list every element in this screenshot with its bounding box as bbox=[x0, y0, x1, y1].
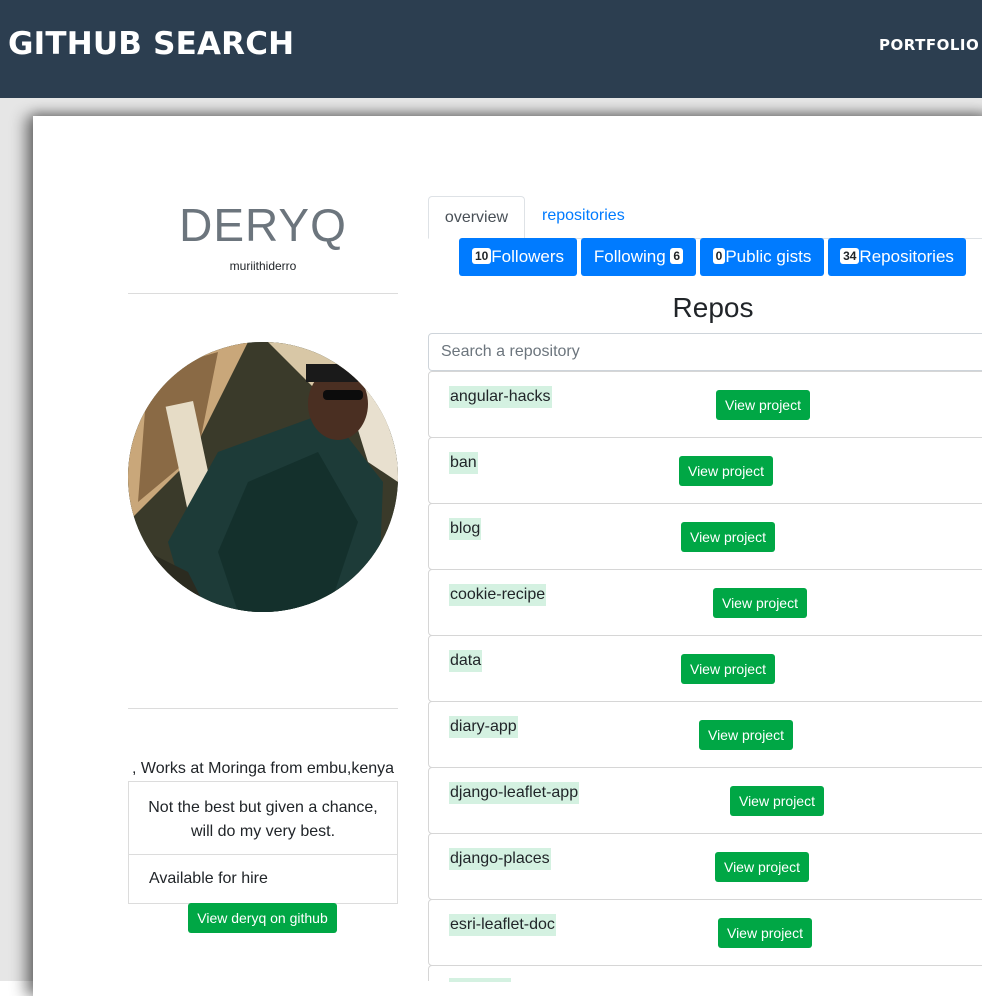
repos-heading: Repos bbox=[672, 292, 754, 323]
view-project-button[interactable]: View project bbox=[715, 852, 809, 882]
repositories-button[interactable]: 34 Repositories bbox=[828, 238, 966, 276]
top-navbar: GITHUB SEARCH PORTFOLIO bbox=[0, 0, 982, 98]
bio-card: Not the best but given a chance, will do… bbox=[128, 781, 398, 904]
repo-list-item: diary-app View project bbox=[428, 701, 982, 768]
repo-name[interactable]: esri-leaflet-doc bbox=[449, 914, 556, 936]
view-project-button[interactable]: View project bbox=[681, 654, 775, 684]
repo-name[interactable]: blog bbox=[449, 518, 482, 540]
repo-list-item: blog View project bbox=[428, 503, 982, 570]
repo-name[interactable]: ban bbox=[449, 452, 478, 474]
repos-label: Repositories bbox=[859, 247, 954, 266]
followers-button[interactable]: 10 Followers bbox=[459, 238, 577, 276]
repo-list-item: angular-hacks View project bbox=[428, 371, 982, 438]
view-project-button[interactable]: View project bbox=[681, 522, 775, 552]
profile-login: muriithiderro bbox=[229, 259, 297, 273]
repo-name[interactable]: diary-app bbox=[449, 716, 518, 738]
bio-divider bbox=[129, 854, 397, 855]
following-count-badge: 6 bbox=[670, 248, 684, 264]
avatar bbox=[128, 342, 398, 612]
profile-work-info: , Works at Moringa from embu,kenya bbox=[131, 760, 395, 777]
view-project-button[interactable]: View project bbox=[730, 786, 824, 816]
repo-name[interactable]: django-places bbox=[449, 848, 551, 870]
repo-list-item: data View project bbox=[428, 635, 982, 702]
repo-name[interactable]: cookie-recipe bbox=[449, 584, 547, 606]
repo-list-item: django-places View project bbox=[428, 833, 982, 900]
profile-bio: Not the best but given a chance, will do… bbox=[148, 799, 378, 840]
repo-name[interactable]: data bbox=[449, 650, 483, 672]
profile-divider-bottom bbox=[128, 708, 398, 709]
repos-count-badge: 34 bbox=[840, 248, 860, 264]
tab-overview[interactable]: overview bbox=[428, 196, 525, 239]
view-project-button[interactable]: View project bbox=[713, 588, 807, 618]
following-button[interactable]: Following 6 bbox=[581, 238, 696, 276]
repo-name-partial bbox=[449, 978, 511, 982]
view-project-button[interactable]: View project bbox=[716, 390, 810, 420]
followers-count-badge: 10 bbox=[471, 248, 492, 264]
public-gists-button[interactable]: 0 Public gists bbox=[700, 238, 824, 276]
repo-list-item-partial bbox=[428, 965, 982, 982]
view-project-button[interactable]: View project bbox=[699, 720, 793, 750]
repo-list-item: django-leaflet-app View project bbox=[428, 767, 982, 834]
view-project-button[interactable]: View project bbox=[679, 456, 773, 486]
gists-label: Public gists bbox=[725, 247, 812, 266]
view-on-github-button[interactable]: View deryq on github bbox=[188, 903, 337, 933]
repo-name[interactable]: django-leaflet-app bbox=[449, 782, 580, 804]
tab-repositories[interactable]: repositories bbox=[542, 207, 625, 225]
profile-divider-top bbox=[128, 293, 398, 294]
view-project-button[interactable]: View project bbox=[718, 918, 812, 948]
following-label: Following bbox=[593, 247, 666, 266]
profile-name: DERYQ bbox=[179, 199, 347, 251]
repo-list-item: cookie-recipe View project bbox=[428, 569, 982, 636]
repo-list-item: ban View project bbox=[428, 437, 982, 504]
repo-search-input[interactable] bbox=[428, 333, 982, 371]
repo-name[interactable]: angular-hacks bbox=[449, 386, 552, 408]
repo-list-item: esri-leaflet-doc View project bbox=[428, 899, 982, 966]
hire-status: Available for hire bbox=[149, 870, 268, 887]
avatar-image bbox=[128, 342, 398, 612]
followers-label: Followers bbox=[491, 247, 565, 266]
gists-count-badge: 0 bbox=[712, 248, 726, 264]
brand-title[interactable]: GITHUB SEARCH bbox=[8, 26, 294, 62]
nav-portfolio-link[interactable]: PORTFOLIO bbox=[879, 36, 979, 54]
